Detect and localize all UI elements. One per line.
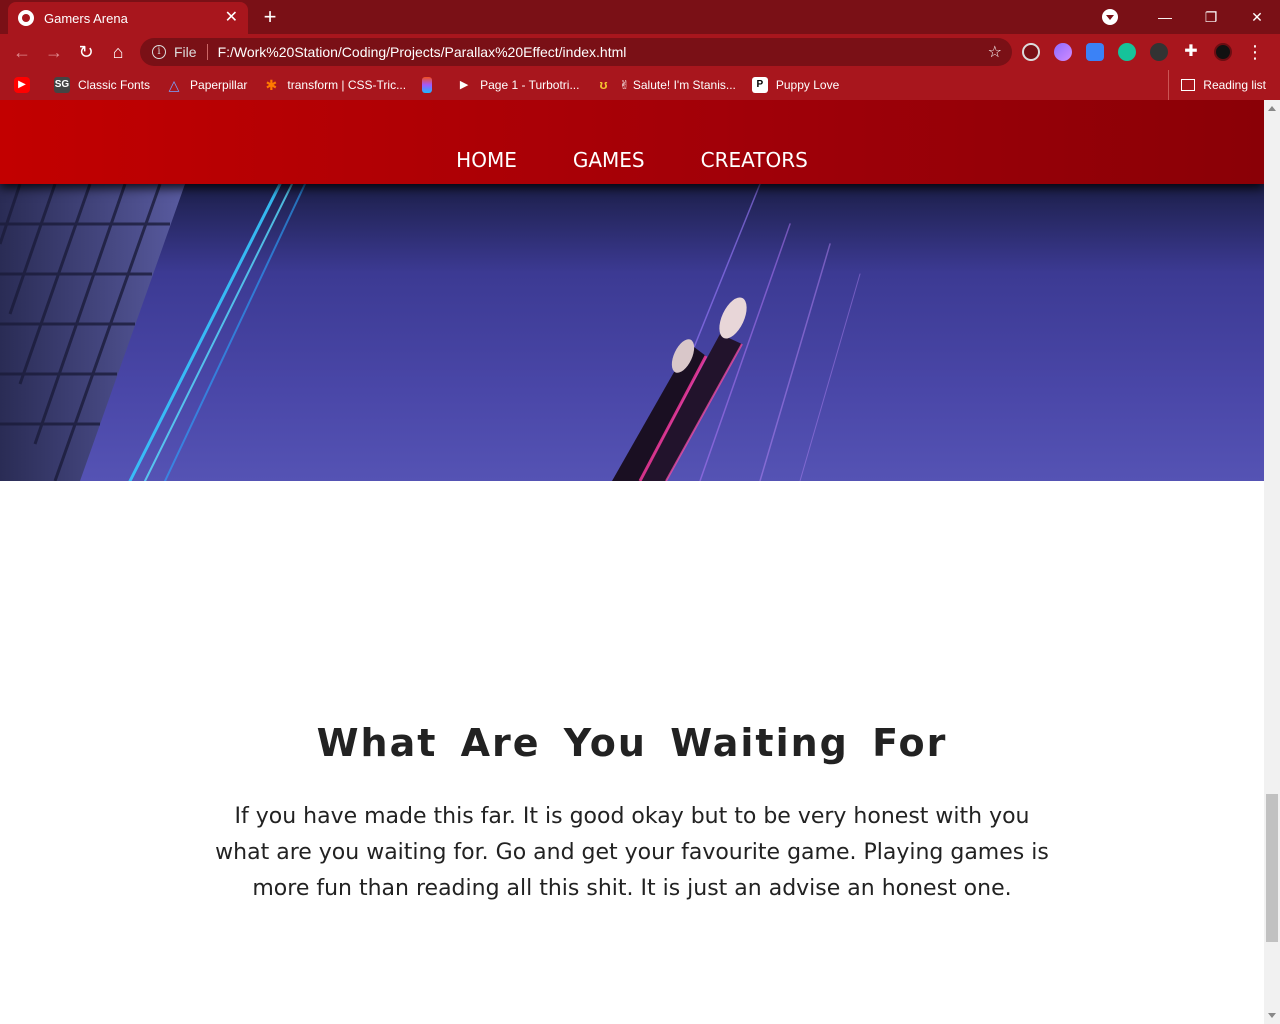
- bookmark-label: Classic Fonts: [78, 78, 151, 92]
- extension-1-icon[interactable]: [1022, 43, 1040, 61]
- grammarly-icon[interactable]: [1118, 43, 1136, 61]
- site-navbar: HOME GAMES CREATORS: [0, 100, 1264, 184]
- falling-figure: [612, 297, 747, 481]
- restore-button[interactable]: ❐: [1188, 9, 1234, 26]
- reading-list-icon: [1181, 79, 1196, 91]
- paperpillar-icon: △: [168, 77, 180, 93]
- close-window-button[interactable]: ✕: [1234, 9, 1280, 26]
- page-viewport: HOME GAMES CREATORS What Are You Waiting…: [0, 100, 1264, 1024]
- extensions-puzzle-icon[interactable]: ✚: [1182, 43, 1200, 61]
- home-button[interactable]: ⌂: [106, 40, 130, 64]
- window-controls: — ❐ ✕: [1102, 0, 1280, 34]
- browser-menu-icon[interactable]: ⋮: [1246, 43, 1264, 61]
- url-scheme: File: [174, 44, 197, 60]
- bookmark-stanislav[interactable]: ʊ ✌ Salute! I'm Stanis...: [595, 77, 735, 93]
- youtube-icon: ▶: [14, 77, 30, 93]
- page-scrollbar[interactable]: [1264, 100, 1280, 1024]
- reading-list-label: Reading list: [1203, 78, 1266, 92]
- figma-icon: [422, 77, 433, 93]
- minimize-button[interactable]: —: [1142, 9, 1188, 25]
- nav-creators-link[interactable]: CREATORS: [701, 148, 808, 172]
- address-bar[interactable]: i File F:/Work%20Station/Coding/Projects…: [140, 38, 1012, 66]
- bookmark-paperpillar[interactable]: △ Paperpillar: [166, 77, 248, 93]
- tab-close-icon[interactable]: ✕: [225, 10, 238, 26]
- extensions-area: ✚ ⋮: [1022, 42, 1264, 62]
- tab-strip: Gamers Arena ✕ + — ❐ ✕: [0, 0, 1280, 34]
- new-tab-button[interactable]: +: [258, 5, 282, 29]
- browser-toolbar: ← → ↻ ⌂ i File F:/Work%20Station/Coding/…: [0, 34, 1280, 70]
- profile-avatar[interactable]: [1214, 43, 1232, 61]
- bookmark-classic-fonts[interactable]: SG Classic Fonts: [54, 77, 150, 93]
- nav-games-link[interactable]: GAMES: [573, 148, 645, 172]
- bookmark-label: Page 1 - Turbotri...: [480, 78, 580, 92]
- classic-fonts-icon: SG: [54, 77, 70, 93]
- css-tricks-icon: ✱: [265, 77, 278, 93]
- omnibox-divider: [206, 44, 208, 60]
- url-text[interactable]: F:/Work%20Station/Coding/Projects/Parall…: [218, 44, 988, 60]
- puppy-love-icon: P: [751, 77, 768, 93]
- hero-illustration: [0, 184, 861, 481]
- nav-home-link[interactable]: HOME: [456, 148, 517, 172]
- section-paragraph: If you have made this far. It is good ok…: [215, 804, 1049, 901]
- extension-5-icon[interactable]: [1150, 43, 1168, 61]
- parallax-hero-image: [0, 184, 1264, 481]
- scroll-down-icon[interactable]: [1268, 1013, 1276, 1018]
- building-shape: [0, 184, 185, 481]
- bookmark-star-icon[interactable]: ☆: [988, 42, 1002, 62]
- bookmark-label: Puppy Love: [775, 78, 840, 92]
- cta-section: What Are You Waiting For If you have mad…: [0, 481, 1264, 1024]
- bookmark-turbotricks[interactable]: ▶ Page 1 - Turbotri...: [456, 77, 580, 93]
- bookmark-label: ✌ Salute! I'm Stanis...: [619, 78, 736, 92]
- bookmarks-bar: ▶ SG Classic Fonts △ Paperpillar ✱ trans…: [0, 70, 1280, 100]
- play-icon: ▶: [459, 79, 469, 91]
- bookmark-puppy-love[interactable]: P Puppy Love: [751, 77, 840, 93]
- reload-button[interactable]: ↻: [74, 40, 98, 64]
- info-icon[interactable]: i: [152, 45, 166, 59]
- scroll-up-icon[interactable]: [1268, 106, 1276, 111]
- section-heading: What Are You Waiting For: [316, 721, 948, 765]
- back-button[interactable]: ←: [10, 40, 34, 64]
- tab-title: Gamers Arena: [44, 10, 128, 26]
- scrollbar-thumb[interactable]: [1266, 794, 1278, 942]
- neon-light-streaks: [128, 184, 861, 481]
- globe-icon: [18, 10, 34, 26]
- reading-list-button[interactable]: Reading list: [1168, 70, 1266, 100]
- bookmark-label: transform | CSS-Tric...: [287, 78, 407, 92]
- hand-icon: ʊ: [599, 77, 608, 92]
- bookmark-figma[interactable]: [422, 77, 440, 93]
- bookmark-css-tricks[interactable]: ✱ transform | CSS-Tric...: [263, 77, 407, 93]
- forward-button[interactable]: →: [42, 40, 66, 64]
- extension-2-icon[interactable]: [1054, 43, 1072, 61]
- bookmark-label: Paperpillar: [190, 78, 248, 92]
- tab-gamers-arena[interactable]: Gamers Arena ✕: [8, 2, 248, 34]
- bookmark-youtube[interactable]: ▶: [14, 77, 38, 93]
- tab-search-icon[interactable]: [1102, 9, 1118, 25]
- extension-3-icon[interactable]: [1086, 43, 1104, 61]
- browser-window: Gamers Arena ✕ + — ❐ ✕ ← → ↻ ⌂ i File F:…: [0, 0, 1280, 1024]
